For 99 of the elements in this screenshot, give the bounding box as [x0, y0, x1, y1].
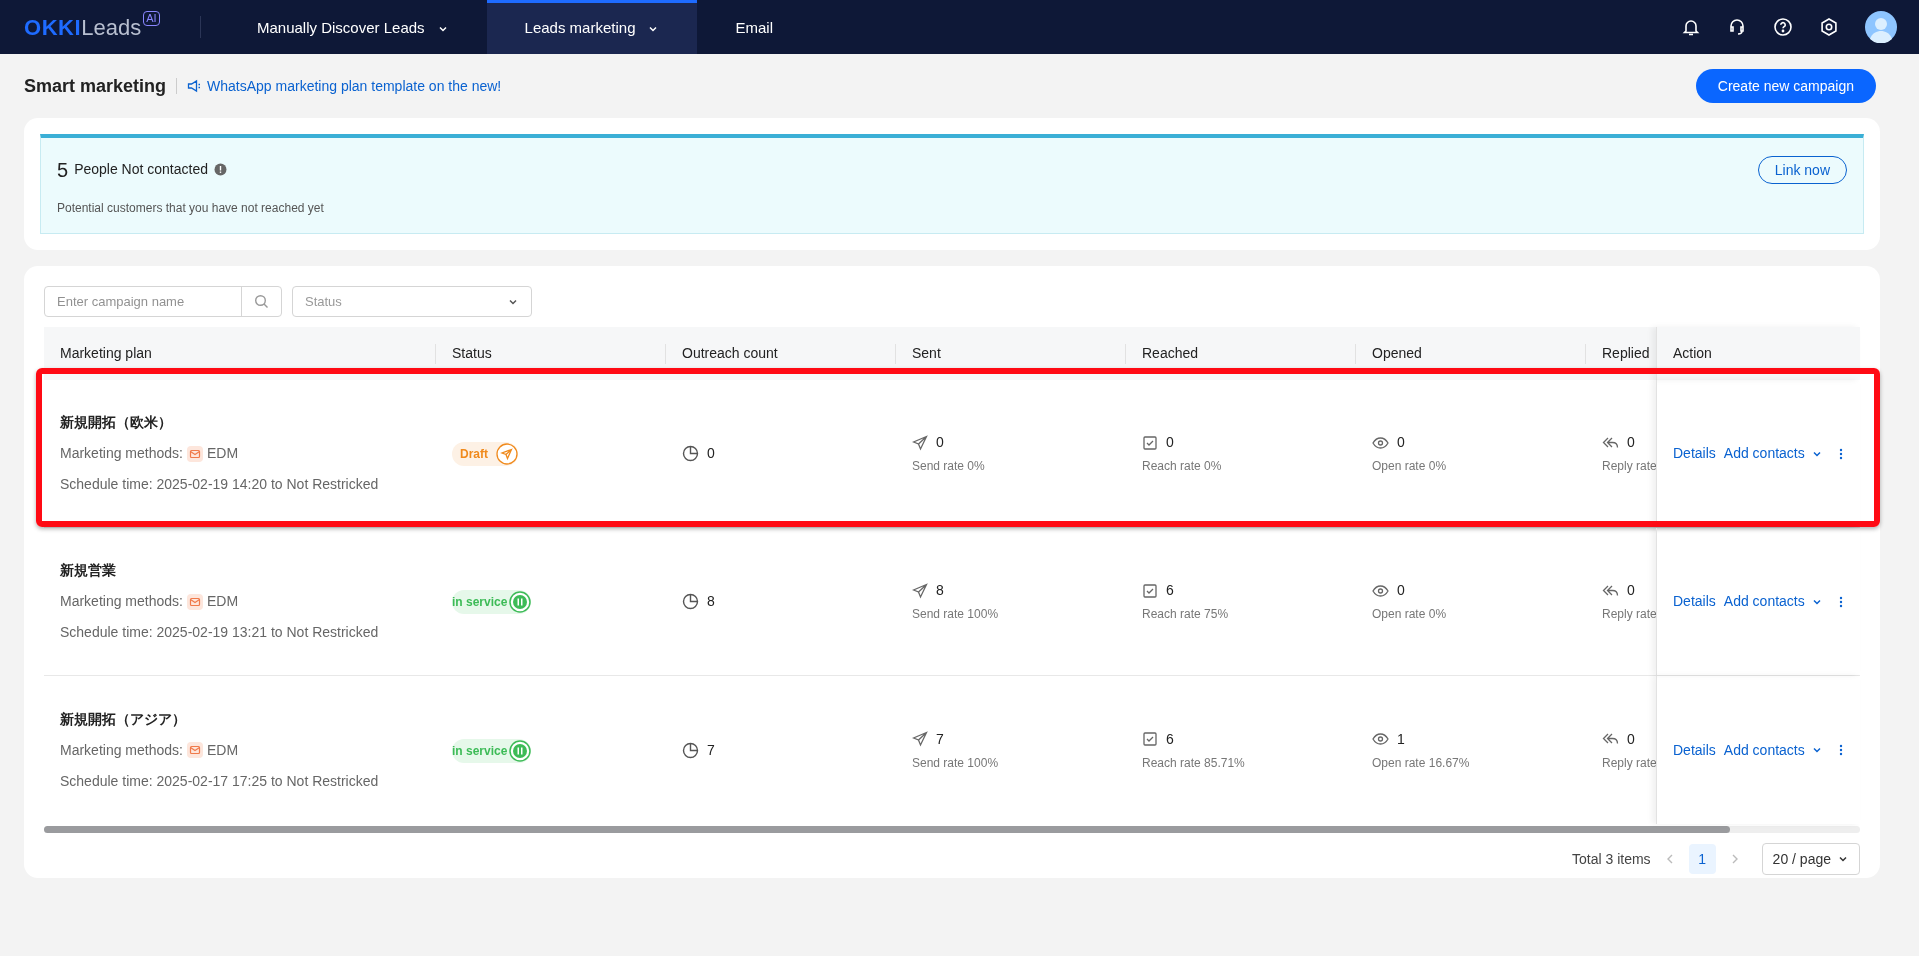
more-icon[interactable]: [1838, 744, 1843, 756]
schedule-time: Schedule time: 2025-02-17 17:25 to Not Restricked: [60, 771, 380, 791]
count: 5: [57, 157, 69, 183]
pie-chart-icon: [682, 593, 699, 610]
reached-rate: Reach rate 75%: [1142, 606, 1230, 623]
more-icon[interactable]: [1838, 447, 1843, 460]
add-contacts-link[interactable]: Add contacts: [1723, 591, 1823, 612]
nav-tab[interactable]: Leads marketing: [486, 0, 698, 54]
reached-count: 6: [1166, 581, 1174, 600]
method-value: EDM: [206, 592, 239, 611]
avatar-icon[interactable]: [1865, 11, 1897, 43]
plan-name: 新規営業: [60, 561, 117, 580]
checkbox-icon: [1142, 731, 1158, 747]
reached-count: 6: [1166, 729, 1174, 749]
replied-rate: Reply rate: [1602, 458, 1656, 475]
details-link[interactable]: Details: [1673, 739, 1716, 761]
column-header: Replied: [1601, 344, 1650, 363]
outreach-count: 0: [707, 444, 715, 463]
reached-rate: Reach rate 85.71%: [1142, 754, 1246, 772]
outreach-count: 8: [707, 592, 715, 611]
opened-count: 0: [1397, 581, 1405, 600]
settings-icon[interactable]: [1819, 17, 1839, 37]
banner-label: People Not contacted: [74, 160, 208, 179]
bell-icon[interactable]: [1681, 17, 1701, 37]
reached-rate: Reach rate 0%: [1142, 458, 1223, 475]
more-icon[interactable]: [1838, 595, 1843, 608]
horizontal-scrollbar[interactable]: [44, 826, 1860, 833]
campaign-search-field[interactable]: Enter campaign name: [44, 286, 282, 317]
details-link[interactable]: Details: [1673, 443, 1716, 464]
logo[interactable]: OKKILeads AI: [0, 10, 200, 44]
method-label: Marketing methods:: [60, 444, 183, 463]
opened-rate: Open rate 0%: [1372, 606, 1448, 623]
add-contacts-link[interactable]: Add contacts: [1723, 739, 1823, 761]
replied-rate: Reply rate: [1602, 606, 1656, 623]
nav-tab[interactable]: Manually Discover Leads: [219, 0, 487, 54]
envelope-icon: [186, 742, 203, 758]
column-header: Opened: [1371, 344, 1422, 363]
paper-plane-icon: [912, 434, 928, 451]
reached-count: 0: [1166, 433, 1174, 452]
add-contacts-link[interactable]: Add contacts: [1723, 443, 1823, 464]
column-header: Status: [451, 344, 492, 363]
replied-count: 0: [1627, 581, 1635, 600]
schedule-time: Schedule time: 2025-02-19 14:20 to Not Restricked: [60, 475, 380, 494]
opened-count: 0: [1397, 433, 1405, 452]
column-header: Action: [1672, 344, 1712, 363]
reply-icon: [1602, 731, 1619, 747]
create-campaign-button[interactable]: Create new campaign: [1695, 69, 1876, 103]
status-badge: Draft: [452, 442, 518, 466]
help-icon[interactable]: [1773, 17, 1793, 37]
envelope-icon: [186, 445, 203, 462]
eye-icon: [1372, 582, 1389, 599]
details-link[interactable]: Details: [1673, 591, 1716, 612]
sent-count: 7: [936, 729, 944, 749]
opened-rate: Open rate 16.67%: [1372, 754, 1471, 772]
status-badge: in service: [452, 738, 532, 763]
sent-rate: Send rate 0%: [912, 458, 986, 475]
paper-plane-icon: [912, 582, 928, 599]
page-size-select[interactable]: 20 / page: [1761, 843, 1860, 875]
opened-rate: Open rate 0%: [1372, 458, 1448, 475]
method-value: EDM: [206, 740, 239, 760]
method-label: Marketing methods:: [60, 592, 183, 611]
sent-rate: Send rate 100%: [912, 606, 1000, 623]
info-icon: [214, 163, 227, 176]
search-input[interactable]: Enter campaign name: [45, 287, 241, 316]
column-header: Outreach count: [681, 344, 778, 363]
total-items: Total 3 items: [1572, 849, 1651, 869]
eye-icon: [1372, 731, 1389, 747]
nav-tab[interactable]: Email: [697, 0, 811, 54]
opened-count: 1: [1397, 729, 1405, 749]
column-header: Sent: [911, 344, 941, 363]
page-button[interactable]: 1: [1688, 844, 1716, 874]
banner-description: Potential customers that you have not reached yet: [57, 199, 325, 217]
headset-icon[interactable]: [1727, 17, 1747, 37]
schedule-time: Schedule time: 2025-02-19 13:21 to Not Restricked: [60, 623, 380, 642]
method-value: EDM: [206, 444, 239, 463]
plan-name: 新規開拓（アジア）: [60, 709, 187, 729]
sent-rate: Send rate 100%: [912, 754, 1000, 772]
sent-count: 8: [936, 581, 944, 600]
eye-icon: [1372, 434, 1389, 451]
replied-count: 0: [1627, 433, 1635, 452]
outreach-count: 7: [707, 740, 715, 760]
sent-count: 0: [936, 433, 944, 452]
plan-name: 新規開拓（欧米）: [60, 413, 173, 432]
method-label: Marketing methods:: [60, 740, 183, 760]
column-header: Marketing plan: [59, 344, 152, 363]
column-header: Reached: [1141, 344, 1199, 363]
replied-rate: Reply rate: [1602, 754, 1656, 772]
search-icon[interactable]: [254, 294, 269, 309]
checkbox-icon: [1142, 434, 1158, 451]
pie-chart-icon: [682, 741, 699, 759]
announcement-link[interactable]: WhatsApp marketing plan template on the new!: [187, 75, 502, 97]
status-badge: in service: [452, 590, 532, 614]
megaphone-icon: [187, 79, 202, 93]
envelope-icon: [186, 593, 203, 610]
page-title: Smart marketing: [24, 74, 167, 98]
pie-chart-icon: [682, 445, 699, 462]
paper-plane-icon: [912, 731, 928, 747]
checkbox-icon: [1142, 582, 1158, 599]
replied-count: 0: [1627, 729, 1635, 749]
